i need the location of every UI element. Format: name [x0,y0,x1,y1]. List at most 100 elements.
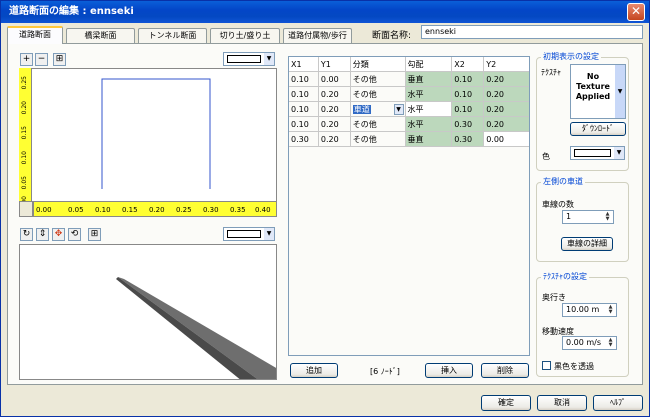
table-cell[interactable]: その他 [349,86,406,102]
table-cell[interactable]: 0.30 [451,131,485,147]
insert-button[interactable]: 挿入 [425,363,473,378]
initial-display-title: 初期表示の設定 [541,51,601,62]
depth-input[interactable]: 10.00 m ▲ ▼ [562,303,617,317]
ok-button[interactable]: 確定 [481,395,531,411]
column-header[interactable]: 分類 [349,56,406,72]
rotate-icon[interactable]: ↻ [20,228,33,241]
section-2d-canvas[interactable] [19,68,277,216]
table-cell[interactable]: 0.10 [288,101,319,117]
orbit-icon[interactable]: ⟲ [68,228,81,241]
tab-bridge-section[interactable]: 橋梁断面 [66,28,135,43]
h-tick-label: 0.35 [230,206,246,214]
column-header[interactable]: Y1 [317,56,351,72]
table-cell[interactable]: 0.10 [288,71,319,87]
table-cell[interactable]: 垂直 [404,71,453,87]
speed-input[interactable]: 0.00 m/s ▲ ▼ [562,336,617,350]
table-cell[interactable]: 0.30 [451,116,485,132]
section-profile-drawing [101,78,211,189]
pan-up-icon[interactable]: ⇕ [36,228,49,241]
fit-3d-icon[interactable]: ⊞ [88,228,101,241]
table-cell[interactable]: 0.20 [317,86,351,102]
table-cell[interactable]: 水平 [404,86,453,102]
table-row[interactable]: 0.10 0.20 車道 ▼ 水平 0.10 0.20 [288,101,530,117]
tab-road-accessories[interactable]: 道路付属物/歩行 [283,28,352,43]
table-cell[interactable]: 0.10 [288,86,319,102]
texture-preview-list[interactable]: No Texture Applied ▼ [570,64,626,119]
category-dropdown-cell[interactable]: 車道 ▼ [349,101,406,117]
close-button[interactable]: ✕ [627,3,645,21]
stepper-icon[interactable]: ▲ ▼ [606,338,615,348]
bg-color-dropdown[interactable]: ▼ [223,227,275,241]
table-cell[interactable]: 0.00 [483,131,530,147]
table-cell[interactable]: 水平 [404,101,453,117]
table-cell[interactable]: 0.10 [451,101,485,117]
table-cell[interactable]: 0.20 [317,101,351,117]
window-title: 道路断面の編集 : ennseki [9,6,134,17]
table-cell[interactable]: 0.20 [483,116,530,132]
tab-cut-fill[interactable]: 切り土/盛り土 [210,28,280,43]
table-cell[interactable]: その他 [349,116,406,132]
table-row[interactable]: 0.10 0.00 その他 垂直 0.10 0.20 [288,71,530,87]
table-cell[interactable]: その他 [349,131,406,147]
table-cell[interactable]: 0.10 [451,86,485,102]
add-button[interactable]: 追加 [290,363,338,378]
download-button[interactable]: ﾀﾞｳﾝﾛｰﾄﾞ [570,122,626,136]
table-row[interactable]: 0.30 0.20 その他 垂直 0.30 0.00 [288,131,530,147]
tab-road-section[interactable]: 道路断面 [7,26,63,44]
chevron-down-icon: ▼ [264,53,274,65]
section-name-label: 断面名称: [372,31,412,41]
segment-table[interactable]: X1 Y1 分類 勾配 X2 Y2 0.10 0.00 その他 垂直 0.10 … [288,56,530,147]
lane-count-label: 車線の数 [542,200,574,209]
zoom-out-icon[interactable]: − [35,53,48,66]
tab-tunnel-section[interactable]: トンネル断面 [138,28,207,43]
cancel-button[interactable]: 取消 [537,395,587,411]
chevron-down-icon: ▼ [614,147,624,159]
transparent-black-checkbox[interactable] [542,361,551,370]
stepper-icon[interactable]: ▲ ▼ [603,212,612,222]
table-cell[interactable]: 0.30 [288,131,319,147]
table-row[interactable]: 0.10 0.20 その他 水平 0.30 0.20 [288,116,530,132]
category-selected-value[interactable]: 車道 [352,104,371,114]
h-tick-label: 0.30 [203,206,219,214]
tab-label: 道路付属物/歩行 [288,31,347,40]
h-tick-label: 0.40 [255,206,271,214]
dialog-window: 道路断面の編集 : ennseki ✕ 道路断面 橋梁断面 トンネル断面 切り土… [0,0,650,417]
preview-3d-viewport[interactable] [19,244,277,380]
table-row[interactable]: 0.10 0.20 その他 水平 0.10 0.20 [288,86,530,102]
lane-count-input[interactable]: 1 ▲ ▼ [562,210,614,224]
delete-button[interactable]: 削除 [481,363,529,378]
chevron-down-icon[interactable]: ▼ [393,104,404,115]
ruler-corner [19,201,33,217]
v-tick-label: 0.10 [21,151,28,165]
transparent-black-label: 黒色を透過 [554,362,594,371]
table-cell[interactable]: 垂直 [404,131,453,147]
table-cell[interactable]: 0.20 [317,131,351,147]
column-header[interactable]: X2 [451,56,485,72]
table-cell[interactable]: 0.10 [451,71,485,87]
table-cell[interactable]: 0.10 [288,116,319,132]
stepper-icon[interactable]: ▲ ▼ [606,305,615,315]
table-cell[interactable]: 0.20 [483,71,530,87]
h-tick-label: 0.00 [36,206,52,214]
fit-view-icon[interactable]: ⊞ [53,53,66,66]
table-cell[interactable]: 0.00 [317,71,351,87]
chevron-down-icon: ▼ [264,228,274,240]
road-color-dropdown[interactable]: ▼ [570,146,625,160]
zoom-in-icon[interactable]: + [20,53,33,66]
table-cell[interactable]: 0.20 [483,86,530,102]
lane-details-button[interactable]: 車線の詳細 [561,237,613,251]
column-header[interactable]: Y2 [483,56,530,72]
table-cell[interactable]: その他 [349,71,406,87]
color-label: 色 [542,152,550,161]
column-header[interactable]: 勾配 [404,56,453,72]
table-cell[interactable]: 0.20 [483,101,530,117]
table-cell[interactable]: 0.20 [317,116,351,132]
line-color-dropdown[interactable]: ▼ [223,52,275,66]
table-cell[interactable]: 水平 [404,116,453,132]
chevron-down-icon[interactable]: ▼ [615,65,625,118]
help-button[interactable]: ﾍﾙﾌﾟ [593,395,643,411]
column-header[interactable]: X1 [288,56,319,72]
section-name-input[interactable]: ennseki [421,25,643,39]
move-icon[interactable]: ✥ [52,228,65,241]
texture-settings-title: ﾃｸｽﾁｬの設定 [541,271,589,282]
